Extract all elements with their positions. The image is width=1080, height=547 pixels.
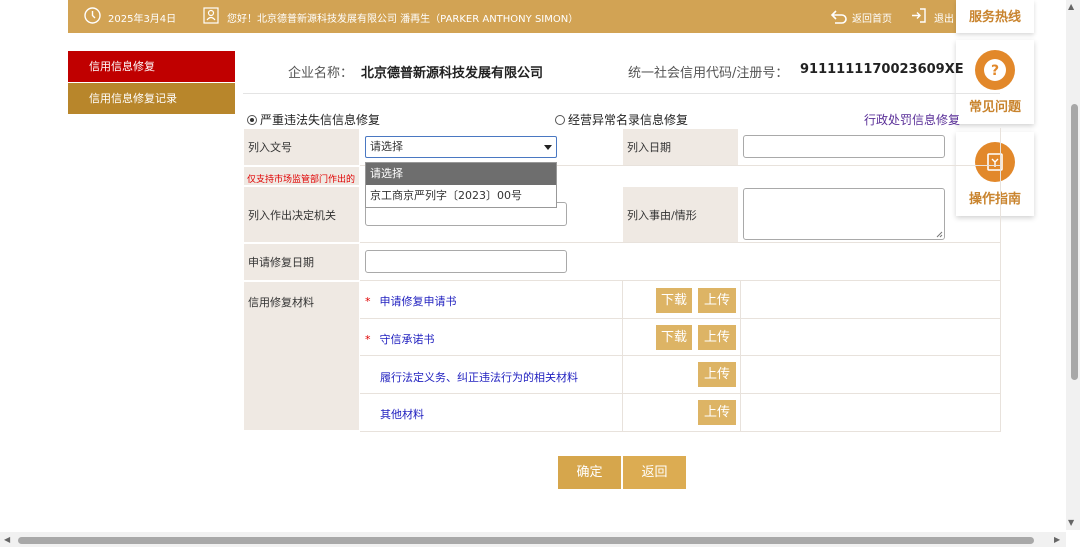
sidebar-item-repair-records[interactable]: 信用信息修复记录 bbox=[68, 83, 235, 114]
required-mark: * bbox=[365, 295, 371, 308]
material-name: 履行法定义务、纠正违法行为的相关材料 bbox=[380, 371, 578, 384]
exit-icon[interactable] bbox=[910, 7, 927, 24]
apply-date-label: 申请修复日期 bbox=[243, 243, 360, 281]
grid-line bbox=[1000, 128, 1001, 431]
dropdown-arrow-icon bbox=[544, 145, 552, 150]
resize-handle-icon[interactable] bbox=[936, 231, 943, 238]
download-button[interactable]: 下载 bbox=[656, 325, 692, 350]
radio-checked-icon bbox=[247, 114, 257, 125]
return-icon[interactable] bbox=[830, 9, 848, 24]
scroll-up-icon[interactable]: ▲ bbox=[1068, 2, 1074, 11]
material-item: * 守信承诺书 bbox=[365, 331, 435, 347]
doc-no-label: 列入文号 bbox=[243, 128, 360, 166]
grid-line bbox=[360, 393, 1001, 394]
authority-label: 列入作出决定机关 bbox=[243, 186, 360, 243]
material-name: 守信承诺书 bbox=[379, 333, 435, 346]
guide-icon bbox=[975, 142, 1015, 182]
clock-icon bbox=[84, 7, 101, 24]
required-mark: * bbox=[365, 333, 371, 346]
upload-button[interactable]: 上传 bbox=[698, 362, 736, 387]
top-bar: 2025年3月4日 您好！北京德普新源科技发展有限公司 潘再生（PARKER A… bbox=[68, 0, 998, 33]
apply-date-input[interactable] bbox=[365, 250, 567, 273]
dropdown-option[interactable]: 京工商京严列字〔2023〕00号 bbox=[366, 185, 556, 207]
upload-button[interactable]: 上传 bbox=[698, 400, 736, 425]
upload-button[interactable]: 上传 bbox=[698, 288, 736, 313]
credit-code-label: 统一社会信用代码/注册号： bbox=[628, 66, 789, 81]
grid-line bbox=[740, 281, 741, 431]
header-divider bbox=[243, 93, 1000, 94]
radio-unchecked-icon bbox=[555, 114, 565, 125]
guide-panel[interactable]: 操作指南 bbox=[956, 132, 1034, 216]
material-name: 其他材料 bbox=[380, 408, 424, 421]
reason-textarea[interactable] bbox=[743, 188, 945, 240]
scroll-right-icon[interactable]: ▶ bbox=[1054, 535, 1060, 544]
grid-line bbox=[360, 242, 1001, 243]
radio-abnormal-list[interactable]: 经营异常名录信息修复 bbox=[555, 111, 688, 128]
welcome-text: 您好！北京德普新源科技发展有限公司 潘再生（PARKER ANTHONY SIM… bbox=[227, 14, 579, 25]
confirm-button[interactable]: 确定 bbox=[558, 456, 621, 489]
materials-label: 信用修复材料 bbox=[243, 281, 360, 431]
horizontal-scroll-thumb[interactable] bbox=[18, 537, 1034, 544]
radio-serious-label: 严重违法失信信息修复 bbox=[260, 113, 381, 127]
scroll-down-icon[interactable]: ▼ bbox=[1068, 518, 1074, 527]
back-button[interactable]: 返回 bbox=[623, 456, 686, 489]
current-date: 2025年3月4日 bbox=[108, 14, 177, 25]
doc-no-note: 仅支持市场监管部门作出的 bbox=[247, 175, 356, 185]
material-name: 申请修复申请书 bbox=[379, 295, 457, 308]
grid-line bbox=[360, 318, 1001, 319]
reason-label: 列入事由/情形 bbox=[622, 186, 739, 243]
faq-panel[interactable]: ? 常见问题 bbox=[956, 40, 1034, 124]
grid-line bbox=[360, 355, 1001, 356]
material-item: * 申请修复申请书 bbox=[365, 293, 457, 309]
scroll-left-icon[interactable]: ◀ bbox=[4, 535, 10, 544]
company-name-label: 企业名称： bbox=[288, 66, 354, 81]
upload-button[interactable]: 上传 bbox=[698, 325, 736, 350]
guide-label: 操作指南 bbox=[968, 192, 1021, 207]
dropdown-option[interactable]: 请选择 bbox=[366, 163, 556, 185]
grid-line bbox=[360, 280, 1001, 281]
doc-no-selected-value: 请选择 bbox=[370, 140, 403, 153]
vertical-scroll-thumb[interactable] bbox=[1071, 104, 1078, 380]
download-button[interactable]: 下载 bbox=[656, 288, 692, 313]
penalty-repair-link[interactable]: 行政处罚信息修复 bbox=[864, 111, 960, 128]
credit-code: 9111111170023609XE bbox=[800, 62, 964, 77]
radio-serious-violation[interactable]: 严重违法失信信息修复 bbox=[247, 111, 380, 128]
service-hotline[interactable]: 服务热线 bbox=[956, 0, 1034, 33]
doc-no-select[interactable]: 请选择 bbox=[365, 136, 557, 158]
sidebar-item-credit-repair[interactable]: 信用信息修复 bbox=[68, 51, 235, 82]
list-date-input[interactable] bbox=[743, 135, 945, 158]
grid-line bbox=[360, 431, 1001, 432]
svg-text:?: ? bbox=[991, 63, 999, 79]
faq-label: 常见问题 bbox=[968, 100, 1021, 115]
grid-line bbox=[622, 281, 623, 431]
company-name: 北京德普新源科技发展有限公司 bbox=[361, 66, 544, 81]
home-link[interactable]: 返回首页 bbox=[852, 10, 892, 25]
doc-no-dropdown[interactable]: 请选择 京工商京严列字〔2023〕00号 bbox=[365, 162, 557, 208]
list-date-label: 列入日期 bbox=[622, 128, 739, 166]
radio-abnormal-label: 经营异常名录信息修复 bbox=[568, 113, 689, 127]
user-icon bbox=[203, 7, 219, 24]
question-icon: ? bbox=[975, 50, 1015, 90]
exit-link[interactable]: 退出 bbox=[934, 10, 954, 25]
